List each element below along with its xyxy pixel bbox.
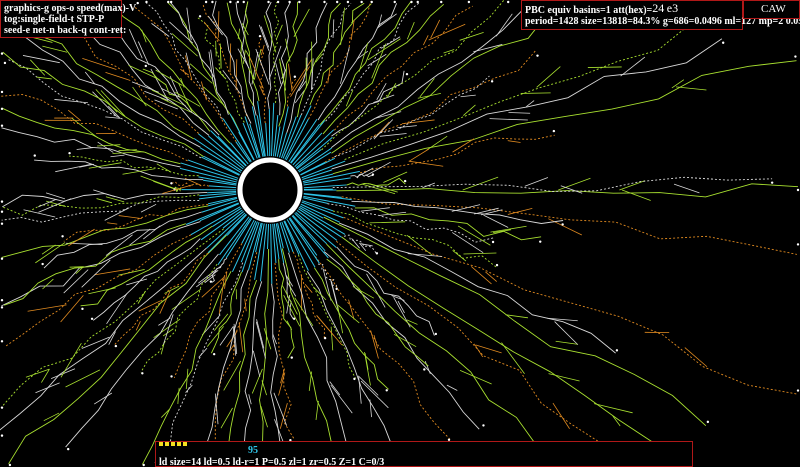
stats-panel: PBC equiv basins=1 att(hex)=24 e3 period… bbox=[521, 0, 800, 30]
basins-label: PBC equiv basins=1 att(hex)= bbox=[525, 5, 653, 16]
controls-line-2: tog:single-field-t STP-P bbox=[4, 14, 105, 25]
speed-indicator bbox=[159, 442, 189, 446]
footer-panel: 95 ld size=14 ld=0.5 ld-r=1 P=0.5 zl=1 z… bbox=[155, 441, 693, 467]
att-hex-value: e3 bbox=[666, 1, 679, 15]
stats-basins-line: PBC equiv basins=1 att(hex)=24 e3 bbox=[525, 1, 739, 16]
attractor-basin-view: graphics-g ops-o speed(max)-V tog:single… bbox=[0, 0, 800, 467]
basin-branches bbox=[0, 0, 800, 467]
footer-params: ld size=14 ld=0.5 ld-r=1 P=0.5 zl=1 zr=0… bbox=[159, 457, 385, 467]
stats-period-line: period=1428 size=13818=84.3% g=686=0.049… bbox=[525, 16, 800, 27]
att-value: 24 bbox=[652, 1, 665, 15]
mode-label: CAW bbox=[743, 0, 800, 19]
controls-panel[interactable]: graphics-g ops-o speed(max)-V tog:single… bbox=[0, 0, 137, 38]
controls-line-1: graphics-g ops-o speed(max)-V bbox=[4, 3, 137, 14]
footer-count: 95 bbox=[248, 445, 258, 456]
basin-graph-canvas[interactable] bbox=[0, 0, 800, 467]
attractor-ring[interactable] bbox=[237, 157, 303, 223]
controls-line-3: seed-e net-n back-q cont-ret: bbox=[4, 25, 127, 36]
